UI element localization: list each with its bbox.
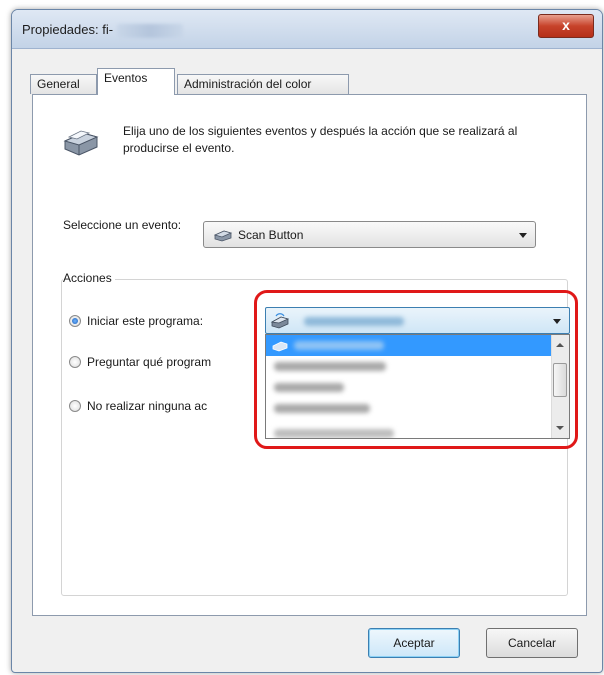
red-highlight-annotation	[254, 290, 578, 449]
device-name-redacted	[117, 23, 184, 38]
tab-general[interactable]: General	[30, 74, 97, 94]
properties-dialog: Propiedades: fi- x General Eventos Admin…	[11, 9, 603, 673]
close-icon: x	[562, 17, 570, 33]
tab-general-label: General	[37, 77, 80, 91]
actions-group-label: Acciones	[63, 271, 115, 285]
events-description: Elija uno de los siguientes eventos y de…	[123, 124, 518, 155]
tab-color-label: Administración del color	[184, 77, 312, 91]
ok-button[interactable]: Aceptar	[368, 628, 460, 658]
tab-eventos[interactable]: Eventos	[97, 68, 175, 95]
scanner-icon	[63, 130, 99, 156]
ok-button-label: Aceptar	[393, 636, 435, 650]
scanner-small-icon	[214, 230, 232, 242]
select-event-label: Seleccione un evento:	[63, 218, 182, 232]
radio-no-action-label: No realizar ninguna ac	[87, 399, 208, 413]
events-panel: Elija uno de los siguientes eventos y de…	[32, 94, 587, 616]
event-select[interactable]: Scan Button	[203, 221, 536, 248]
title-bar[interactable]: Propiedades: fi- x	[12, 10, 602, 49]
window-title: Propiedades: fi-	[22, 22, 184, 38]
chevron-down-icon	[519, 233, 527, 238]
cancel-button[interactable]: Cancelar	[486, 628, 578, 658]
radio-button[interactable]	[69, 400, 81, 412]
tab-eventos-label: Eventos	[104, 71, 148, 85]
cancel-button-label: Cancelar	[507, 636, 557, 650]
selected-event-value: Scan Button	[238, 228, 304, 242]
radio-ask-program-label: Preguntar qué program	[87, 355, 212, 369]
radio-button-checked[interactable]	[69, 315, 81, 327]
radio-button[interactable]	[69, 356, 81, 368]
window-title-text: Propiedades: fi-	[22, 22, 114, 37]
close-button[interactable]: x	[538, 14, 594, 38]
tab-color-management[interactable]: Administración del color	[177, 74, 349, 94]
radio-start-program-label: Iniciar este programa:	[87, 314, 204, 328]
